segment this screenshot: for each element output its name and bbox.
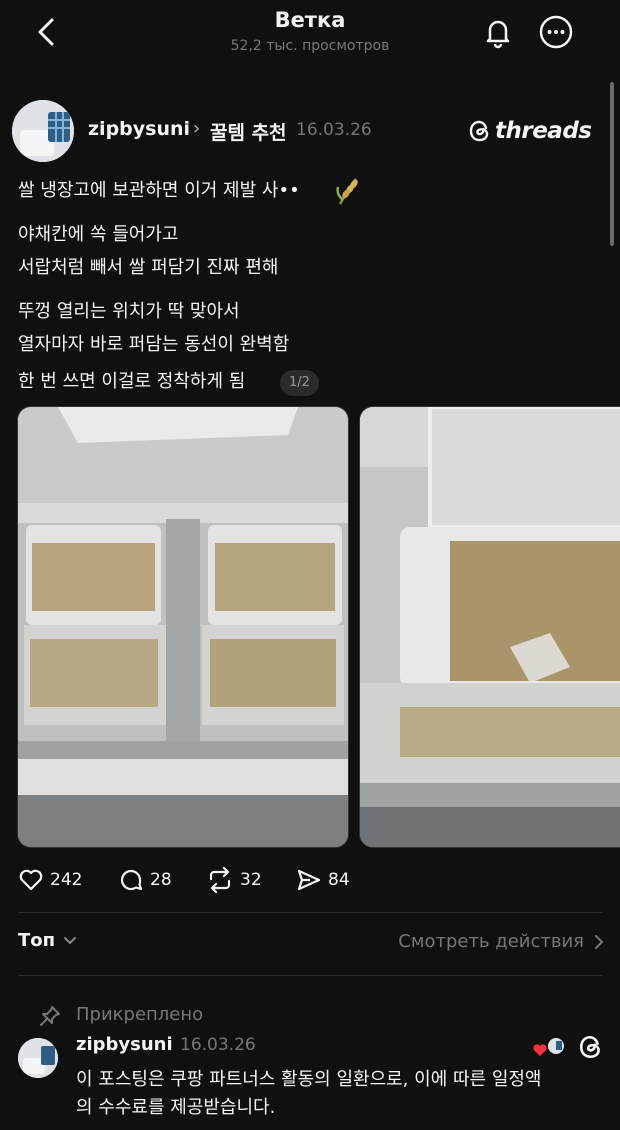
more-icon: [539, 15, 573, 49]
post-text-line: 열자마자 바로 퍼담는 동선이 완벽함: [18, 334, 290, 355]
pin-icon: [38, 1004, 62, 1028]
bell-icon: [486, 20, 510, 49]
divider: [18, 975, 603, 976]
post-text-line: 뚜껑 열리는 위치가 딱 맞아서: [18, 301, 240, 322]
post-username[interactable]: zipbysuni: [88, 118, 190, 140]
like-button[interactable]: 242: [18, 866, 82, 894]
post-date: 16.03.26: [296, 120, 372, 140]
post-text-line: 야채칸에 쏙 들어가고: [18, 224, 179, 245]
comment-button[interactable]: 28: [118, 866, 172, 894]
comment-username[interactable]: zipbysuni: [76, 1034, 173, 1055]
threads-logo: threads: [468, 114, 592, 148]
comment-icon: [120, 869, 143, 891]
sort-dropdown[interactable]: Топ: [18, 930, 77, 951]
avatar-image: [12, 100, 74, 162]
post-image[interactable]: [359, 406, 620, 848]
view-activity-link[interactable]: Смотреть действия: [398, 931, 604, 952]
page-title: Ветка: [274, 8, 346, 32]
threads-icon[interactable]: [578, 1034, 604, 1060]
repost-count: 32: [240, 870, 262, 890]
notifications-button[interactable]: [480, 14, 516, 50]
threads-wordmark: threads: [495, 118, 592, 144]
avatar[interactable]: [12, 100, 74, 162]
repost-icon: [209, 867, 231, 893]
heart-icon: [533, 1044, 547, 1056]
share-button[interactable]: 84: [296, 866, 350, 894]
rice-drawer-photo: [18, 407, 348, 847]
comment-date: 16.03.26: [180, 1035, 256, 1055]
more-button[interactable]: [538, 14, 574, 50]
rice-drawer-photo: [360, 407, 620, 847]
like-count: 242: [50, 870, 83, 890]
heart-icon: [19, 869, 43, 891]
chevron-down-icon: [64, 936, 77, 944]
divider: [18, 912, 603, 913]
comment-reactions[interactable]: [530, 1036, 570, 1060]
chevron-right-icon: ›: [193, 118, 201, 139]
comment-text-line: 의 수수료를 제공받습니다.: [76, 1097, 276, 1118]
comment-text-line: 이 포스팅은 쿠팡 파트너스 활동의 일환으로, 이에 따른 일정액: [76, 1069, 542, 1090]
threads-icon: [469, 120, 489, 142]
share-count: 84: [328, 870, 350, 890]
sort-label: Топ: [18, 930, 56, 951]
comment-count: 28: [150, 870, 172, 890]
post-topic[interactable]: 꿀템 추천: [210, 118, 287, 145]
avatar-image: [18, 1038, 58, 1078]
pinned-label: Прикреплено: [76, 1004, 204, 1025]
post-text-line: 한 번 쓰면 이걸로 정착하게 됨: [18, 371, 246, 392]
view-activity-label: Смотреть действия: [398, 931, 584, 952]
post-image[interactable]: [17, 406, 349, 848]
comment-avatar[interactable]: [18, 1038, 58, 1078]
repost-button[interactable]: 32: [206, 866, 262, 894]
view-count: 52,2 тыс. просмотров: [230, 38, 390, 54]
chevron-right-icon: [595, 934, 604, 949]
send-icon: [297, 869, 321, 891]
image-counter: 1/2: [280, 370, 319, 396]
post-text-line: 쌀 냉장고에 보관하면 이거 제발 사••: [18, 180, 300, 201]
post-text-line: 서랍처럼 빼서 쌀 퍼담기 진짜 편해: [18, 257, 279, 278]
rice-plant-icon: [334, 176, 364, 206]
scrollbar[interactable]: [610, 82, 614, 246]
